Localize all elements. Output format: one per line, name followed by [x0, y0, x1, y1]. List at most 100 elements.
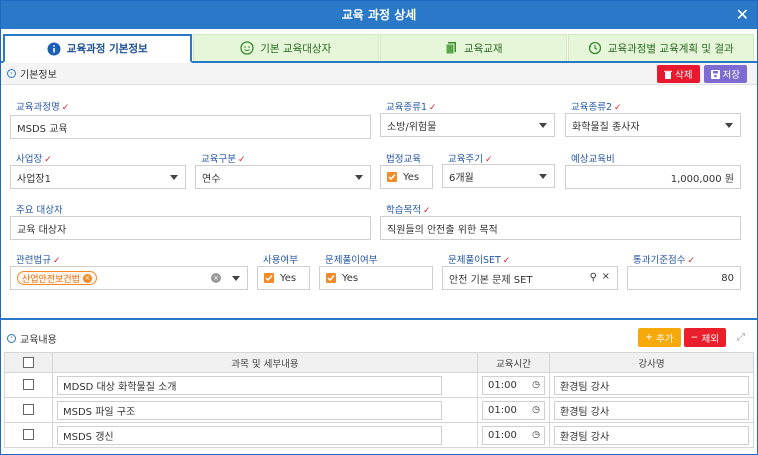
chevron-down-icon [725, 123, 733, 128]
checkbox-checked-icon [326, 273, 336, 283]
add-row-button[interactable]: + 추가 [638, 328, 681, 347]
remove-row-button[interactable]: − 제외 [683, 328, 726, 347]
instructor-input[interactable]: 환경팀 강사 [554, 425, 749, 445]
chevron-down-icon [232, 276, 240, 281]
trash-icon [664, 70, 673, 79]
table-header-row: 과목 및 세부내용 교육시간 강사명 [4, 352, 754, 373]
table-row[interactable]: MDSD 대상 화학물질 소개 01:00 ◷ 환경팀 강사 [4, 372, 754, 398]
quizset-search[interactable]: 안전 기본 문제 SET ⚲ × [442, 266, 618, 290]
checkbox-checked-icon [264, 273, 274, 283]
tab-label: 교육과정별 교육계획 및 결과 [607, 42, 734, 55]
row-checkbox[interactable] [23, 379, 34, 391]
floppy-icon [710, 69, 720, 79]
type2-select[interactable]: 화학물질 종사자 [565, 113, 741, 137]
tab-label: 기본 교육대상자 [260, 42, 332, 55]
quiz-label: 문제풀이여부 [325, 255, 378, 266]
course-name-label: 교육과정명 ✓ [16, 102, 70, 113]
quiz-checkbox[interactable]: Yes [319, 266, 433, 290]
minus-icon: − [690, 332, 699, 343]
site-select[interactable]: 사업장1 [10, 165, 186, 189]
chevron-down-icon [539, 123, 547, 128]
content-title: 교육내용 [20, 334, 57, 346]
pass-label: 통과기준점수 ✓ [633, 255, 695, 266]
time-input[interactable]: 01:00 ◷ [482, 425, 545, 445]
row-checkbox[interactable] [23, 404, 34, 416]
select-all-checkbox[interactable] [23, 357, 34, 368]
time-cell: 01:00 ◷ [477, 397, 550, 423]
title-bar: 교육 과정 상세 ✕ [1, 1, 757, 29]
cycle-select[interactable]: 6개월 [442, 164, 555, 188]
chevron-down-icon [355, 175, 363, 180]
target-label: 주요 대상자 [16, 205, 63, 216]
subject-cell: MSDS 파일 구조 [52, 397, 478, 423]
tab-plan-results[interactable]: 교육과정별 교육계획 및 결과 [567, 34, 754, 61]
document-icon [444, 41, 458, 55]
quizset-label: 문제풀이SET ✓ [448, 255, 511, 266]
time-cell: 01:00 ◷ [477, 422, 550, 448]
cost-label: 예상교육비 [571, 154, 615, 165]
chevron-down-icon [539, 174, 547, 179]
section-title: 기본정보 [20, 70, 57, 81]
subject-input[interactable]: MSDS 갱신 [57, 425, 442, 445]
pass-score-input[interactable]: 80 [627, 266, 741, 290]
use-checkbox[interactable]: Yes [257, 266, 310, 290]
close-icon[interactable]: × [602, 271, 610, 282]
instructor-input[interactable]: 환경팀 강사 [554, 400, 749, 420]
instructor-input[interactable]: 환경팀 강사 [554, 375, 749, 395]
time-input[interactable]: 01:00 ◷ [482, 375, 545, 395]
site-label: 사업장 ✓ [16, 154, 52, 165]
chevron-right-icon: › [7, 333, 16, 343]
plus-icon: + [645, 332, 654, 343]
cost-input[interactable]: 1,000,000 원 [565, 165, 741, 189]
time-input[interactable]: 01:00 ◷ [482, 400, 545, 420]
col-instructor: 강사명 [549, 352, 754, 373]
category-select[interactable]: 연수 [195, 165, 371, 189]
save-button[interactable]: 저장 [703, 65, 747, 83]
clock-icon[interactable]: ◷ [532, 405, 540, 415]
tab-basic-target[interactable]: 기본 교육대상자 [192, 34, 379, 61]
tab-label: 교육교재 [463, 42, 503, 55]
table-row[interactable]: MSDS 갱신 01:00 ◷ 환경팀 강사 [4, 422, 754, 448]
clock-icon[interactable]: ◷ [532, 430, 540, 440]
tab-basic-info[interactable]: 교육과정 기본정보 [3, 34, 192, 63]
subject-input[interactable]: MDSD 대상 화학물질 소개 [57, 375, 442, 395]
checkbox-checked-icon [387, 172, 397, 182]
table-row[interactable]: MSDS 파일 구조 01:00 ◷ 환경팀 강사 [4, 397, 754, 423]
delete-button[interactable]: 삭제 [657, 65, 700, 83]
law-label: 관련법규 ✓ [16, 255, 61, 266]
col-subject: 과목 및 세부내용 [52, 352, 478, 373]
delete-label: 삭제 [675, 70, 693, 81]
tab-materials[interactable]: 교육교재 [380, 34, 567, 61]
subject-input[interactable]: MSDS 파일 구조 [57, 400, 442, 420]
legal-label: 법정교육 [386, 154, 421, 165]
chevron-right-icon: › [7, 69, 16, 78]
clock-icon[interactable]: ◷ [532, 380, 540, 390]
tab-label: 교육과정 기본정보 [66, 43, 148, 55]
course-name-input[interactable]: MSDS 교육 [10, 115, 371, 139]
row-check-cell [4, 397, 53, 423]
search-icon[interactable]: ⚲ [590, 272, 597, 283]
info-icon [47, 42, 61, 56]
type1-select[interactable]: 소방/위험물 [380, 113, 555, 137]
cycle-label: 교육주기 ✓ [448, 154, 493, 165]
clear-icon[interactable]: × [211, 273, 221, 283]
row-check-cell [4, 372, 53, 398]
category-label: 교육구분 ✓ [201, 154, 246, 165]
tab-bar: 교육과정 기본정보 기본 교육대상자 교육교재 교육과정별 교육계획 및 결과 [1, 29, 757, 63]
tag-remove-icon[interactable]: × [82, 273, 92, 283]
expand-icon[interactable]: ⤢ [737, 332, 745, 343]
instructor-cell: 환경팀 강사 [549, 422, 754, 448]
legal-checkbox[interactable]: Yes [380, 165, 433, 189]
content-table: 과목 및 세부내용 교육시간 강사명 MDSD 대상 화학물질 소개 01:00… [4, 352, 754, 448]
subject-cell: MDSD 대상 화학물질 소개 [52, 372, 478, 398]
save-label: 저장 [722, 70, 740, 81]
law-select[interactable]: 산업안전보건법 × × [10, 266, 248, 290]
target-input[interactable]: 교육 대상자 [10, 216, 371, 240]
section-divider [1, 318, 757, 320]
purpose-input[interactable]: 직원들의 안전출 위한 목적 [380, 216, 741, 240]
close-icon[interactable]: ✕ [736, 1, 749, 29]
row-checkbox[interactable] [23, 429, 34, 441]
time-cell: 01:00 ◷ [477, 372, 550, 398]
subject-cell: MSDS 갱신 [52, 422, 478, 448]
chevron-down-icon [170, 175, 178, 180]
